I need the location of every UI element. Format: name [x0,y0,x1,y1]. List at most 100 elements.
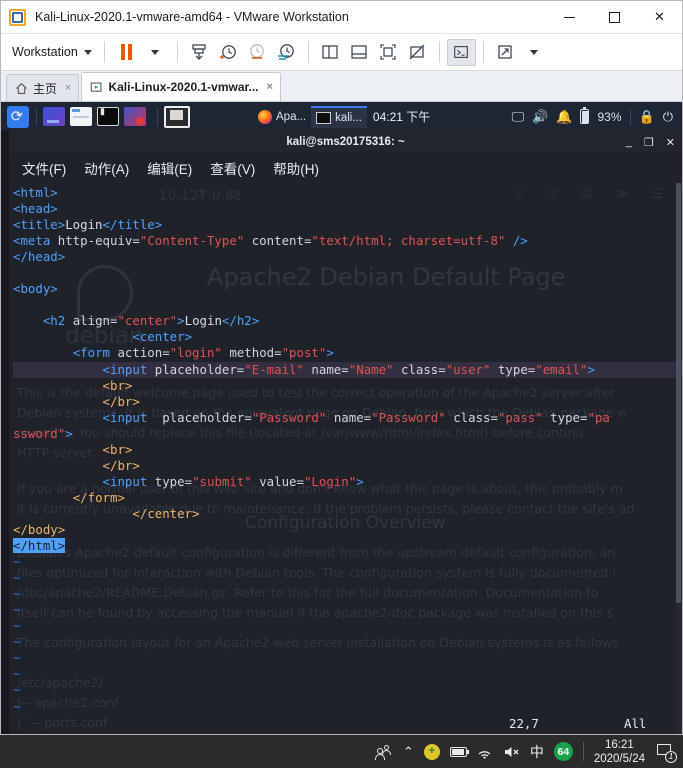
taskbar-window-firefox[interactable]: Apa... [253,106,311,128]
volume-muted-icon[interactable] [503,745,520,759]
vim-line: <input type="submit" value="Login"> [13,474,682,490]
menu-file[interactable]: 文件(F) [15,155,73,181]
tab-home[interactable]: 主页 × [6,74,80,101]
launcher-terminal-selected[interactable] [164,105,190,128]
launcher-terminal[interactable] [97,106,119,126]
battery-icon[interactable] [580,107,590,124]
chevron-down-icon [151,49,160,55]
snapshot-manager-button[interactable] [272,39,301,66]
vim-line: <title>Login</title> [13,217,682,233]
toolbar-divider [307,41,309,63]
window-controls: ✕ [547,1,682,34]
launcher-show-desktop[interactable] [43,107,65,126]
power-dropdown-button[interactable] [141,39,170,66]
tab-close-icon[interactable]: × [65,82,71,94]
vim-token [13,378,103,393]
stretch-guest-button[interactable] [403,39,432,66]
vim-tilde-marker: ~ [13,698,21,714]
vim-token: <input [102,361,155,377]
vim-token: method= [221,345,282,361]
tab-close-icon[interactable]: × [267,81,273,93]
menu-view[interactable]: 查看(V) [203,155,262,181]
kali-top-panel: ⟳ Apa... kali... 04:21 下午 🖵 🔊 🔔 [1,102,682,131]
console-view-button[interactable] [446,38,476,66]
minimize-button[interactable] [547,1,592,34]
vim-empty-line: ~ [13,650,682,666]
terminal-maximize-button[interactable]: ❐ [644,136,654,149]
app-badge-64[interactable]: 64 [553,742,573,761]
snapshot-revert-button[interactable] [243,39,272,66]
taskbar-clock[interactable]: 16:21 2020/5/24 [594,738,645,766]
show-thumbnail-bar-button[interactable] [345,39,374,66]
unity-dropdown-button[interactable] [520,39,549,66]
lock-icon[interactable]: 🔒 [639,110,655,123]
close-button[interactable]: ✕ [637,1,682,34]
vim-token [13,313,43,328]
people-icon[interactable] [374,744,393,760]
kali-clock[interactable]: 04:21 下午 [373,108,430,125]
panel-divider [36,107,37,126]
terminal-window-controls: _ ❐ ✕ [626,131,675,153]
kali-system-tray: 🖵 🔊 🔔 93% 🔒 ⏻ [512,107,677,125]
tab-kali-vm[interactable]: Kali-Linux-2020.1-vmwar... × [81,72,281,101]
vim-empty-line: ~ [13,699,682,715]
power-logout-icon[interactable]: ⏻ [663,110,673,123]
vmware-logo-icon [9,8,26,26]
vmware-tab-bar: 主页 × Kali-Linux-2020.1-vmwar... × [1,71,682,102]
terminal-minimize-button[interactable]: _ [626,136,632,148]
terminal-scrollbar[interactable] [675,183,682,734]
show-library-button[interactable] [316,39,345,66]
snapshot-take-button[interactable] [214,39,243,66]
workstation-menu-label: Workstation [12,45,78,59]
battery-icon[interactable] [449,746,470,757]
terminal-icon [316,111,332,124]
menu-help[interactable]: 帮助(H) [266,155,326,181]
home-icon [16,82,27,94]
maximize-button[interactable] [592,1,637,34]
menu-edit[interactable]: 编辑(E) [140,155,199,181]
screen-root: Kali-Linux-2020.1-vmware-amd64 - VMware … [0,0,683,768]
send-ctrl-alt-del-button[interactable] [185,39,214,66]
tray-divider [629,108,631,125]
vim-token: name= [326,409,372,425]
taskbar-window-terminal-label: kali... [335,111,362,124]
ime-language-icon[interactable]: 中 [530,742,544,762]
taskbar-window-terminal[interactable]: kali... [311,105,367,128]
terminal-close-button[interactable]: ✕ [666,136,675,149]
unity-mode-button[interactable] [491,39,520,66]
security-update-glyph: + [428,745,436,757]
vim-editor[interactable]: <html> <head> <title>Login</title> <meta ht… [9,183,682,734]
vim-token: <h2 [42,313,73,329]
fullscreen-button[interactable] [374,39,403,66]
console-icon [454,46,469,58]
taskbar-date: 2020/5/24 [593,752,645,765]
launcher-file-manager[interactable] [70,107,92,126]
notification-count-badge: 1 [665,750,677,763]
vim-token: class= [445,409,498,425]
speaker-icon[interactable]: 🔊 [532,110,548,123]
workstation-menu-button[interactable]: Workstation [7,42,97,62]
wifi-icon[interactable] [477,745,493,759]
vim-token [13,345,73,360]
security-update-icon[interactable]: + [423,743,440,760]
vim-token [13,490,73,505]
action-center-icon[interactable]: 1 [655,741,677,763]
terminal-titlebar[interactable]: kali@sms20175316: ~ _ ❐ ✕ [9,131,682,153]
vim-status-line: 22,7 All [9,714,682,734]
vim-token [13,474,103,489]
launcher-kali-apps[interactable] [124,107,146,126]
vim-token: "E-mail" [244,361,304,377]
chevron-up-icon[interactable]: ⌃ [403,745,414,758]
vim-buffer[interactable]: <html> <head> <title>Login</title> <meta ht… [13,185,682,554]
bell-icon[interactable]: 🔔 [556,110,572,123]
vim-token: <br> [102,377,133,393]
vim-token: class= [393,361,446,377]
kali-dragon-icon[interactable]: ⟳ [6,105,30,129]
vim-token [13,410,103,425]
vim-token: "pa [587,409,610,425]
toolbar-divider [482,41,484,63]
display-icon[interactable]: 🖵 [512,110,525,123]
vim-line: <input placeholder="E-mail" name="Name" … [13,361,682,378]
pause-vm-button[interactable] [112,39,141,66]
menu-actions[interactable]: 动作(A) [77,155,136,181]
